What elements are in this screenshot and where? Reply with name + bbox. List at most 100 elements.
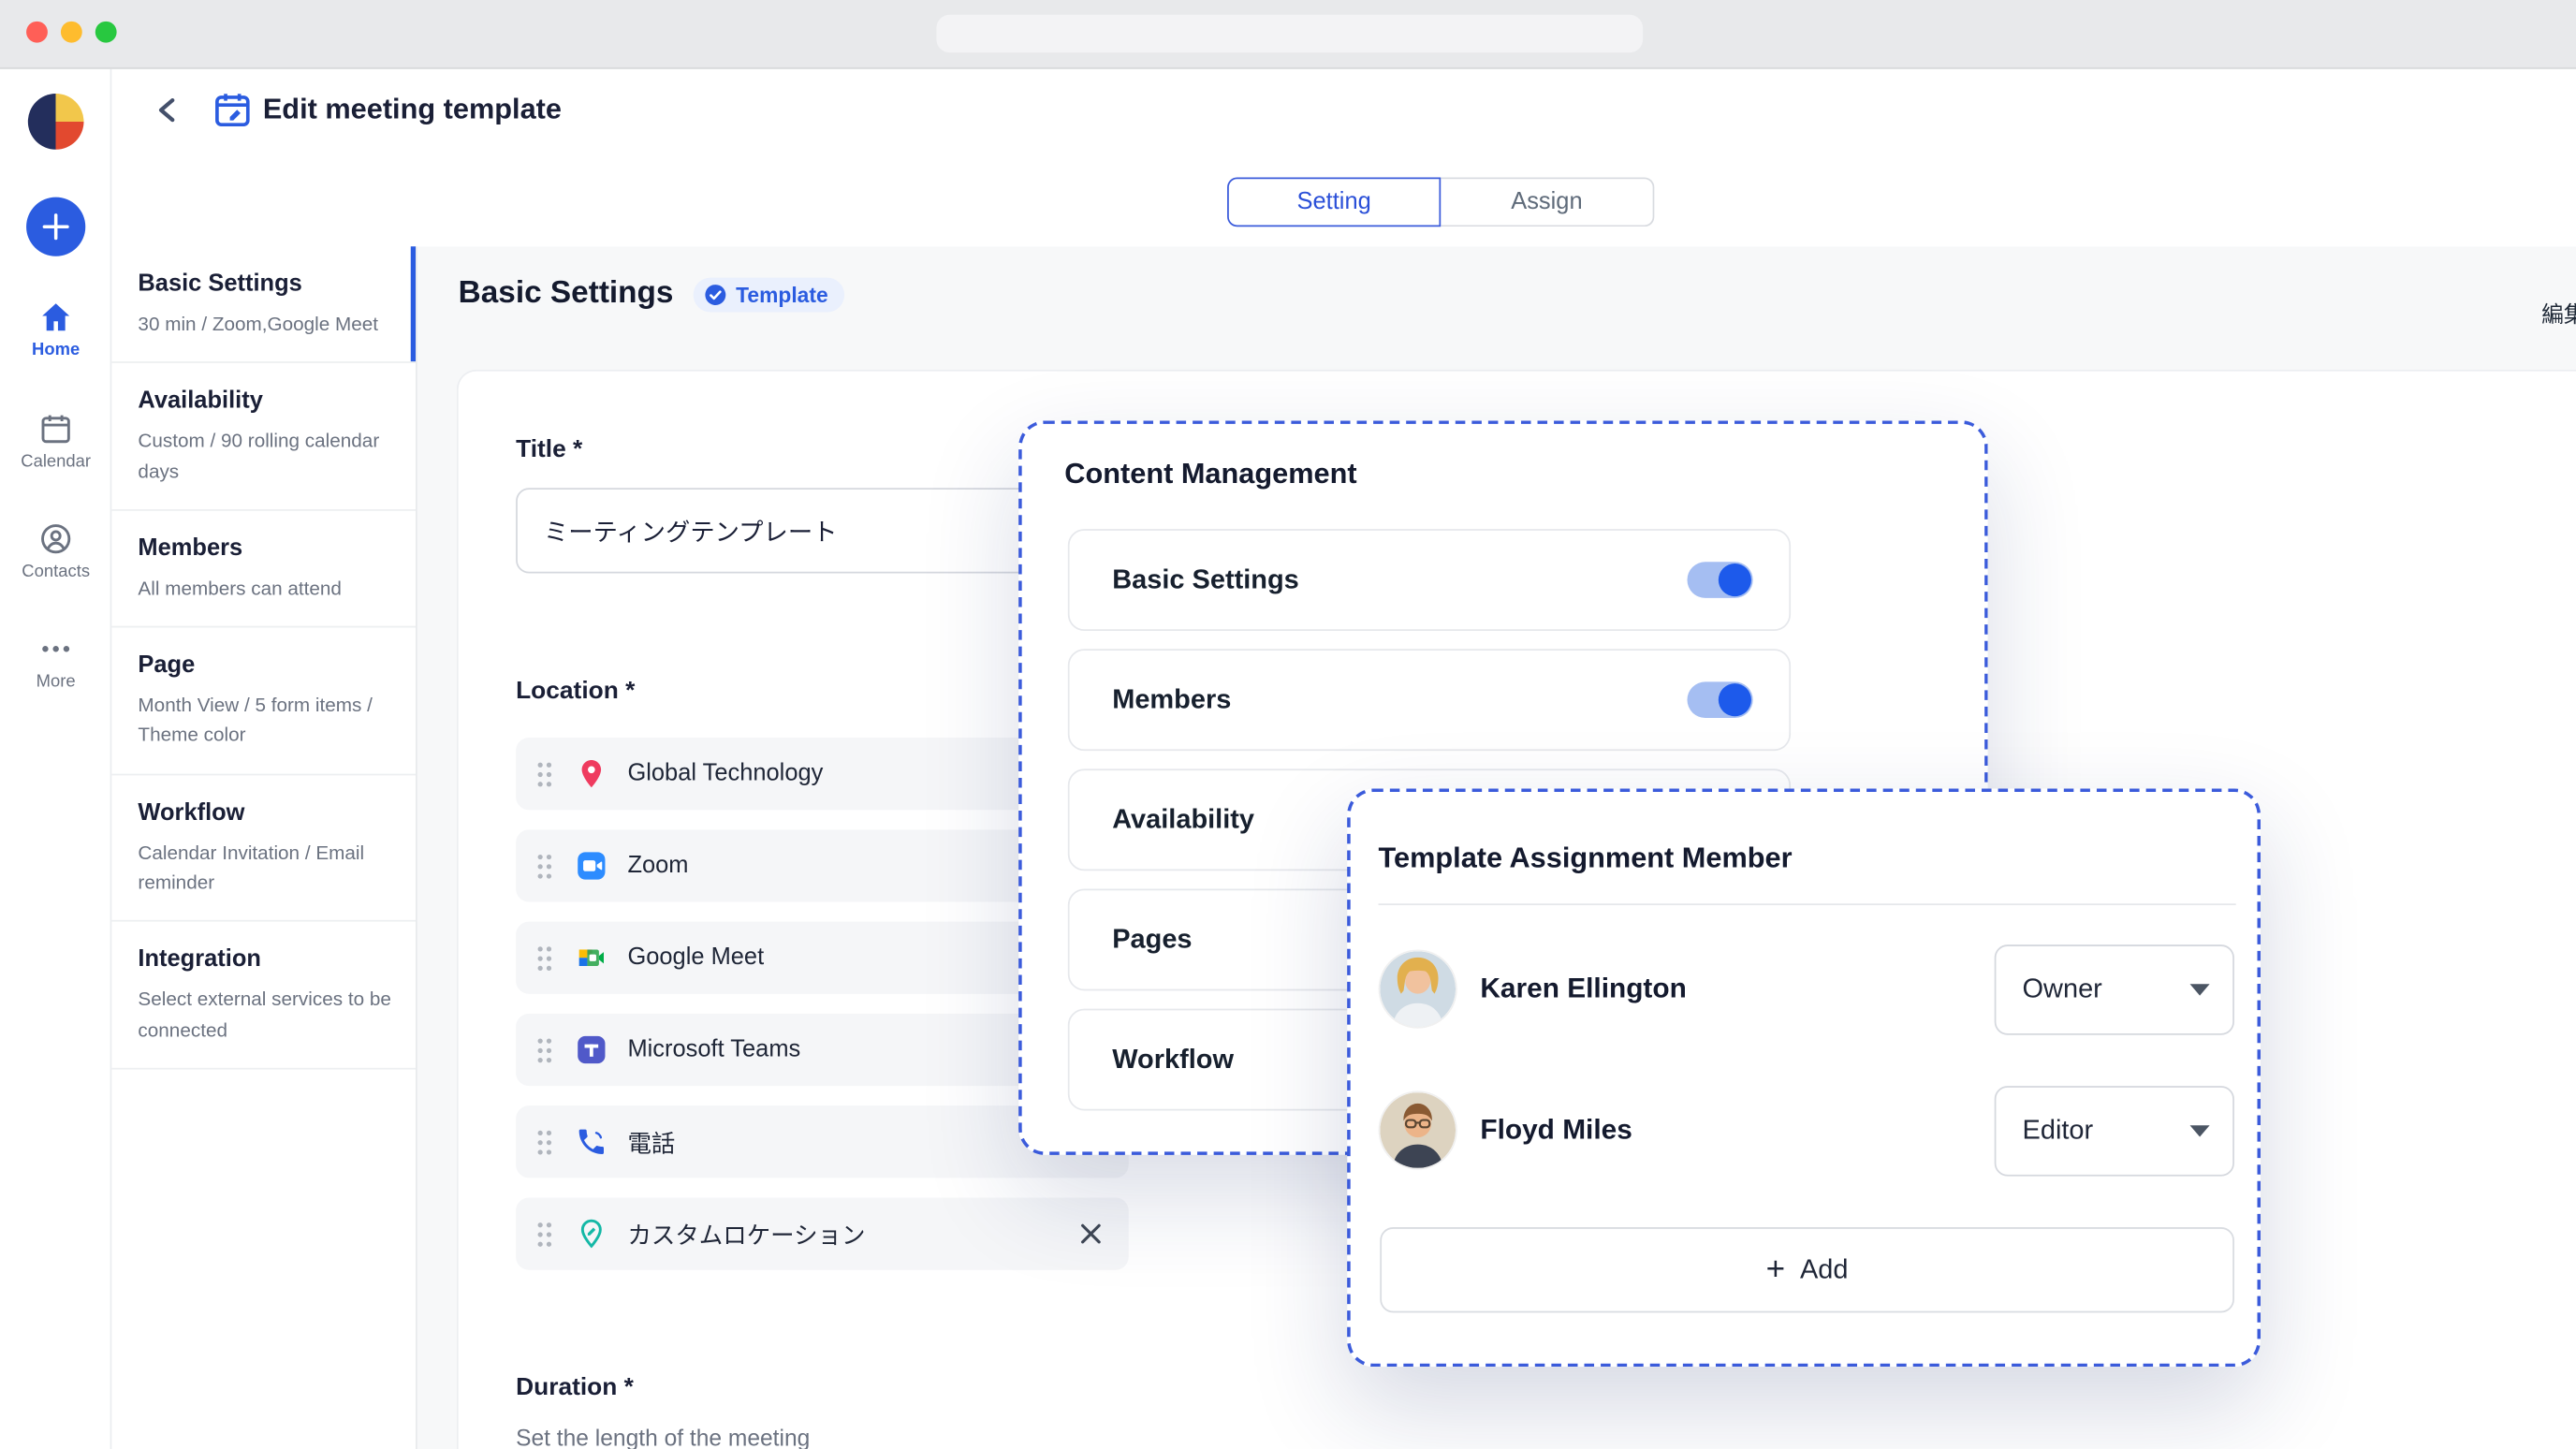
tab-setting[interactable]: Setting bbox=[1227, 178, 1441, 227]
sidebar-item-subtitle: Select external services to be connected bbox=[138, 985, 396, 1045]
drag-handle-icon[interactable] bbox=[535, 944, 553, 972]
sidebar-item-workflow[interactable]: Workflow Calendar Invitation / Email rem… bbox=[111, 775, 416, 922]
location-name: カスタムロケーション bbox=[627, 1217, 865, 1251]
more-icon bbox=[37, 631, 74, 667]
divider bbox=[1379, 903, 2236, 905]
sidebar-item-title: Basic Settings bbox=[138, 271, 396, 298]
calendar-icon bbox=[37, 411, 74, 447]
sidebar-item-subtitle: Custom / 90 rolling calendar days bbox=[138, 426, 396, 486]
contacts-icon bbox=[37, 520, 74, 557]
member-name: Floyd Miles bbox=[1480, 1114, 1632, 1147]
page-header: Edit meeting template Setting Assign bbox=[111, 69, 2576, 247]
phone-icon bbox=[575, 1125, 607, 1158]
os-titlebar bbox=[0, 0, 2576, 69]
close-window-button[interactable] bbox=[26, 22, 48, 43]
avatar-karen bbox=[1380, 951, 1456, 1027]
sidebar-item-title: Workflow bbox=[138, 799, 396, 826]
location-name: 電話 bbox=[627, 1124, 675, 1159]
corner-edit-text[interactable]: 編集 bbox=[2541, 296, 2576, 329]
member-row: Karen Ellington Owner bbox=[1380, 936, 2234, 1041]
zoom-icon bbox=[575, 849, 607, 882]
member-name: Karen Ellington bbox=[1480, 973, 1686, 1005]
role-select-karen[interactable]: Owner bbox=[1995, 944, 2234, 1034]
drag-handle-icon[interactable] bbox=[535, 1220, 553, 1248]
cm-row-basic-settings[interactable]: Basic Settings bbox=[1068, 529, 1791, 631]
member-row: Floyd Miles Editor bbox=[1380, 1077, 2234, 1182]
sidebar-item-subtitle: 30 min / Zoom,Google Meet bbox=[138, 309, 396, 339]
rail-item-contacts[interactable]: Contacts bbox=[0, 520, 111, 581]
sidebar-item-availability[interactable]: Availability Custom / 90 rolling calenda… bbox=[111, 363, 416, 510]
map-pin-icon bbox=[575, 757, 607, 790]
toggle-knob bbox=[1719, 683, 1751, 716]
location-name: Global Technology bbox=[627, 761, 823, 787]
calendar-edit-icon bbox=[212, 89, 253, 130]
check-circle-icon bbox=[703, 282, 727, 306]
sidebar-item-integration[interactable]: Integration Select external services to … bbox=[111, 922, 416, 1069]
rail-item-label: More bbox=[0, 672, 111, 692]
duration-field-label: Duration * bbox=[516, 1373, 634, 1401]
zoom-window-button[interactable] bbox=[95, 22, 117, 43]
basic-settings-toggle[interactable] bbox=[1687, 562, 1752, 598]
avatar-image bbox=[1380, 951, 1456, 1027]
avatar-floyd bbox=[1380, 1092, 1456, 1168]
location-row[interactable]: カスタムロケーション bbox=[516, 1197, 1129, 1269]
sidebar-item-members[interactable]: Members All members can attend bbox=[111, 511, 416, 628]
plus-icon: + bbox=[1766, 1253, 1786, 1286]
rail-item-label: Contacts bbox=[0, 562, 111, 581]
chevron-left-icon bbox=[156, 97, 180, 124]
rail-item-home[interactable]: Home bbox=[0, 299, 111, 359]
sidebar-item-basic-settings[interactable]: Basic Settings 30 min / Zoom,Google Meet bbox=[111, 246, 416, 363]
rail-item-calendar[interactable]: Calendar bbox=[0, 411, 111, 472]
add-member-button[interactable]: + Add bbox=[1380, 1227, 2234, 1312]
sidebar-item-subtitle: All members can attend bbox=[138, 573, 396, 603]
template-badge-label: Template bbox=[736, 282, 827, 306]
role-select-value: Owner bbox=[2023, 973, 2102, 1004]
app-rail: Home Calendar Contacts More bbox=[0, 69, 111, 1449]
role-select-value: Editor bbox=[2023, 1115, 2094, 1146]
template-assignment-title: Template Assignment Member bbox=[1379, 842, 1793, 876]
location-field-label: Location * bbox=[516, 677, 635, 705]
custom-location-icon bbox=[575, 1218, 607, 1251]
cm-row-label: Workflow bbox=[1112, 1044, 1234, 1075]
create-new-button[interactable] bbox=[26, 198, 85, 256]
rail-item-label: Calendar bbox=[0, 452, 111, 472]
sidebar-item-title: Integration bbox=[138, 946, 396, 973]
title-field-label: Title * bbox=[516, 435, 582, 463]
cm-row-label: Availability bbox=[1112, 804, 1254, 835]
settings-sidebar: Basic Settings 30 min / Zoom,Google Meet… bbox=[111, 246, 417, 1449]
page-title: Edit meeting template bbox=[263, 92, 562, 126]
cm-row-members[interactable]: Members bbox=[1068, 649, 1791, 751]
tab-assign[interactable]: Assign bbox=[1441, 178, 1654, 227]
location-name: Microsoft Teams bbox=[627, 1036, 800, 1062]
minimize-window-button[interactable] bbox=[61, 22, 82, 43]
cm-row-label: Members bbox=[1112, 684, 1231, 715]
template-assignment-card: Template Assignment Member Karen Ellingt… bbox=[1347, 788, 2261, 1367]
drag-handle-icon[interactable] bbox=[535, 852, 553, 880]
members-toggle[interactable] bbox=[1687, 681, 1752, 718]
drag-handle-icon[interactable] bbox=[535, 1036, 553, 1064]
sidebar-item-title: Page bbox=[138, 652, 396, 679]
drag-handle-icon[interactable] bbox=[535, 760, 553, 788]
sidebar-item-subtitle: Calendar Invitation / Email reminder bbox=[138, 838, 396, 898]
section-heading: Basic Settings bbox=[459, 276, 674, 313]
sidebar-item-subtitle: Month View / 5 form items / Theme color bbox=[138, 690, 396, 750]
sidebar-item-title: Availability bbox=[138, 388, 396, 415]
sidebar-item-page[interactable]: Page Month View / 5 form items / Theme c… bbox=[111, 628, 416, 775]
cm-row-label: Pages bbox=[1112, 924, 1192, 955]
location-name: Zoom bbox=[627, 853, 688, 879]
brand-logo-icon[interactable] bbox=[28, 94, 84, 150]
section-heading-row: Basic Settings Template bbox=[459, 276, 845, 313]
drag-handle-icon[interactable] bbox=[535, 1128, 553, 1156]
back-button[interactable] bbox=[144, 87, 190, 133]
sidebar-item-title: Members bbox=[138, 535, 396, 562]
cm-row-label: Basic Settings bbox=[1112, 564, 1299, 595]
rail-item-more[interactable]: More bbox=[0, 631, 111, 692]
setting-assign-tabs: Setting Assign bbox=[1227, 178, 1654, 227]
chevron-down-icon bbox=[2190, 1124, 2210, 1135]
home-icon bbox=[37, 299, 74, 335]
remove-location-icon[interactable] bbox=[1076, 1219, 1106, 1249]
content-management-title: Content Management bbox=[1064, 457, 1356, 491]
role-select-floyd[interactable]: Editor bbox=[1995, 1085, 2234, 1176]
template-badge: Template bbox=[694, 277, 845, 312]
toggle-knob bbox=[1719, 564, 1751, 596]
